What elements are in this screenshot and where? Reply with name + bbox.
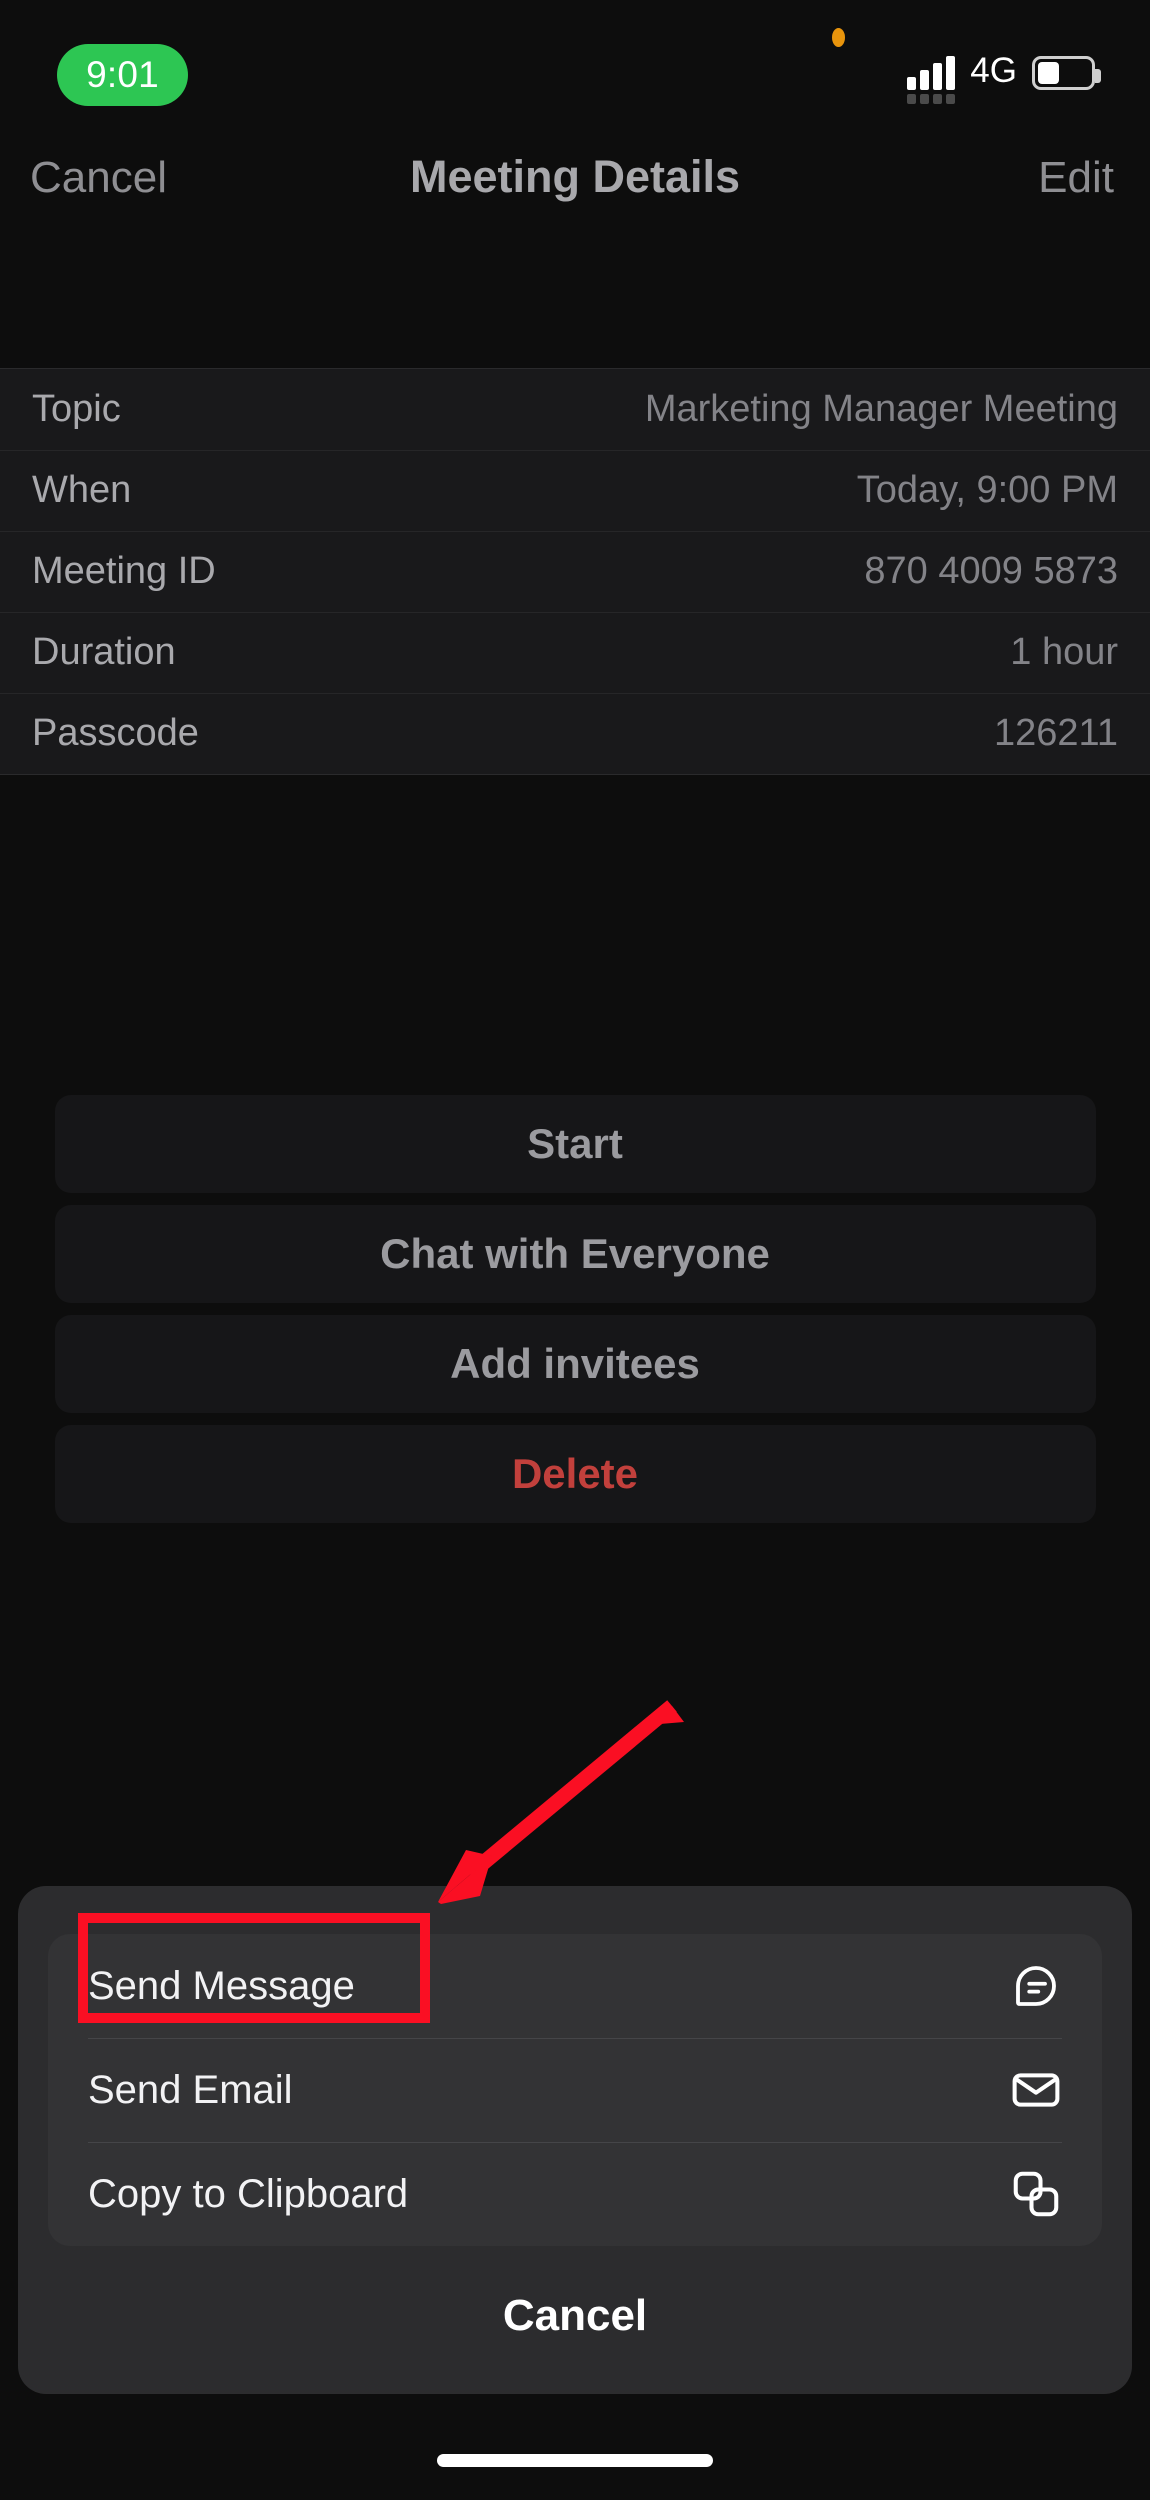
battery-icon xyxy=(1032,56,1101,90)
network-type-label: 4G xyxy=(970,51,1017,90)
message-bubble-icon xyxy=(1009,1959,1063,2013)
send-email-label: Send Email xyxy=(88,2067,293,2112)
detail-value: Marketing Manager Meeting xyxy=(644,388,1118,430)
detail-label: Topic xyxy=(32,388,121,430)
navigation-bar: Cancel Meeting Details Edit xyxy=(0,115,1150,245)
phone-screen: 9:01 4G Cancel Meeting Details Edit Topi… xyxy=(0,0,1150,2500)
detail-row-passcode[interactable]: Passcode 126211 xyxy=(0,693,1150,774)
orange-dot-icon xyxy=(832,28,845,47)
action-button-group: Start Chat with Everyone Add invitees De… xyxy=(0,1095,1150,1535)
detail-row-duration[interactable]: Duration 1 hour xyxy=(0,612,1150,693)
delete-button[interactable]: Delete xyxy=(54,1425,1096,1523)
status-bar: 9:01 4G xyxy=(0,0,1150,115)
delete-button-label: Delete xyxy=(511,1450,639,1497)
add-invitees-button[interactable]: Add invitees xyxy=(54,1315,1096,1413)
status-time-pill: 9:01 xyxy=(57,44,188,106)
detail-value: 870 4009 5873 xyxy=(864,550,1118,592)
status-time: 9:01 xyxy=(86,54,159,95)
copy-to-clipboard-option[interactable]: Copy to Clipboard xyxy=(48,2142,1102,2246)
cellular-signal-icon xyxy=(907,52,956,104)
detail-label: When xyxy=(32,469,132,511)
detail-value: Today, 9:00 PM xyxy=(856,469,1118,511)
start-button[interactable]: Start xyxy=(54,1095,1096,1193)
meeting-details-list: Topic Marketing Manager Meeting When Tod… xyxy=(0,368,1150,775)
detail-value: 126211 xyxy=(994,712,1118,754)
detail-label: Passcode xyxy=(32,712,199,754)
detail-row-meeting-id[interactable]: Meeting ID 870 4009 5873 xyxy=(0,531,1150,612)
copy-to-clipboard-label: Copy to Clipboard xyxy=(88,2171,409,2216)
chat-with-everyone-button[interactable]: Chat with Everyone xyxy=(54,1205,1096,1303)
detail-row-topic[interactable]: Topic Marketing Manager Meeting xyxy=(0,369,1150,450)
action-sheet-cancel-label: Cancel xyxy=(502,2291,648,2340)
share-action-sheet: Send Message Send Email Copy to Clipboar… xyxy=(18,1886,1132,2394)
send-message-label: Send Message xyxy=(88,1963,355,2008)
status-indicators: 4G xyxy=(907,48,1101,104)
nav-edit-button[interactable]: Edit xyxy=(1038,153,1114,203)
action-sheet-cancel-button[interactable]: Cancel xyxy=(48,2264,1102,2368)
home-indicator[interactable] xyxy=(437,2454,713,2467)
send-email-option[interactable]: Send Email xyxy=(48,2038,1102,2142)
envelope-icon xyxy=(1009,2063,1063,2117)
detail-value: 1 hour xyxy=(1010,631,1118,673)
detail-label: Meeting ID xyxy=(32,550,216,592)
action-sheet-options: Send Message Send Email Copy to Clipboar… xyxy=(48,1934,1102,2246)
page-title: Meeting Details xyxy=(409,151,741,202)
chat-with-everyone-button-label: Chat with Everyone xyxy=(380,1230,770,1277)
copy-icon xyxy=(1009,2167,1063,2221)
detail-row-when[interactable]: When Today, 9:00 PM xyxy=(0,450,1150,531)
add-invitees-button-label: Add invitees xyxy=(450,1340,700,1387)
detail-label: Duration xyxy=(32,631,176,673)
send-message-option[interactable]: Send Message xyxy=(48,1934,1102,2038)
start-button-label: Start xyxy=(527,1120,623,1167)
